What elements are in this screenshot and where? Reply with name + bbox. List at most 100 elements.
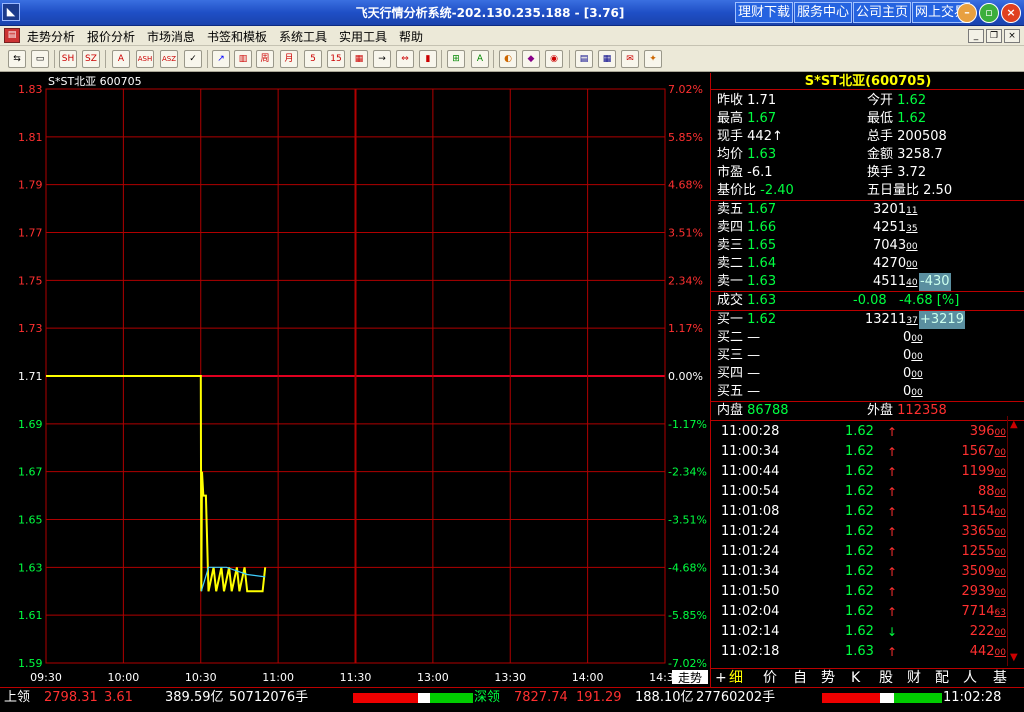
quote-title: S*ST北亚(600705) — [711, 73, 1024, 90]
mdi-restore-icon[interactable]: ❐ — [986, 29, 1002, 43]
direction-arrow-icon: ↑ — [887, 565, 898, 579]
mdi-minimize-icon[interactable]: _ — [968, 29, 984, 43]
tick-row[interactable]: 11:00:44 1.62 ↑ 119900 — [721, 462, 1006, 482]
close-icon[interactable]: × — [1001, 3, 1021, 23]
tick-row[interactable]: 11:01:24 1.62 ↑ 125500 — [721, 542, 1006, 562]
week-chart-icon[interactable]: 周 — [256, 50, 274, 68]
panel-tab-0[interactable]: + — [715, 669, 727, 688]
window-icon[interactable]: ▭ — [31, 50, 49, 68]
15min-chart-icon[interactable]: 15 — [327, 50, 345, 68]
panel-tab-4[interactable]: 势 — [821, 669, 835, 688]
ask-level-4[interactable]: 卖四 1.66 425135 — [717, 219, 1017, 237]
month-chart-icon[interactable]: 月 — [280, 50, 298, 68]
tick-row[interactable]: 11:00:34 1.62 ↑ 156700 — [721, 442, 1006, 462]
volume-icon[interactable]: ▮ — [419, 50, 437, 68]
scroll-up-icon[interactable]: ▲ — [1010, 419, 1018, 430]
menu-help[interactable]: 帮助 — [399, 28, 423, 45]
bid-level-4[interactable]: 买四 — 000 — [717, 365, 1017, 383]
link-company-home[interactable]: 公司主页 — [853, 2, 912, 23]
panel-tab-5[interactable]: K — [851, 669, 860, 688]
menu-system-tools[interactable]: 系统工具 — [279, 28, 327, 45]
tick-row[interactable]: 11:02:04 1.62 ↑ 771463 — [721, 602, 1006, 622]
ask-level-2[interactable]: 卖二 1.64 427000 — [717, 255, 1017, 273]
panel-tab-3[interactable]: 自 — [793, 669, 807, 688]
intraday-chart[interactable]: 1.83 7.02% 1.81 5.85% 1.79 4.68% 1.77 3.51% 1.75… — [0, 73, 710, 687]
tools-icon[interactable]: ✦ — [644, 50, 662, 68]
menu-quote-analysis[interactable]: 报价分析 — [87, 28, 135, 45]
compare-icon[interactable]: ⇔ — [396, 50, 414, 68]
x-tick-label: 14:00 — [572, 671, 604, 684]
link-service-center[interactable]: 服务中心 — [794, 2, 853, 23]
report-icon[interactable]: ▤ — [575, 50, 593, 68]
tick-scrollbar[interactable]: ▲ ▼ — [1007, 416, 1021, 666]
pct-tick-label: 3.51% — [668, 227, 703, 240]
back-icon[interactable]: ⇆ — [8, 50, 26, 68]
sh-board-icon[interactable]: SH — [59, 50, 77, 68]
table-icon[interactable]: ▦ — [598, 50, 616, 68]
panel-tab-7[interactable]: 财 — [907, 669, 921, 688]
panel-tab-9[interactable]: 人 — [963, 669, 977, 688]
menu-market-news[interactable]: 市场消息 — [147, 28, 195, 45]
info-icon[interactable]: A — [471, 50, 489, 68]
sh-index-label[interactable]: 上领 — [4, 689, 30, 707]
asz-icon[interactable]: ASZ — [160, 50, 178, 68]
bar-chart-icon[interactable]: ▦ — [350, 50, 368, 68]
sz-index-label[interactable]: 深领 — [474, 689, 500, 707]
bid-level-2[interactable]: 买二 — 000 — [717, 329, 1017, 347]
menu-utility-tools[interactable]: 实用工具 — [339, 28, 387, 45]
bid-level-3[interactable]: 买三 — 000 — [717, 347, 1017, 365]
candle-icon[interactable]: ▥ — [234, 50, 252, 68]
line-chart-icon[interactable]: ↗ — [212, 50, 230, 68]
bid-level-1[interactable]: 买一 1.62 1321137 +3219 — [717, 311, 1017, 329]
maximize-icon[interactable]: ▫ — [979, 3, 999, 23]
direction-arrow-icon: ↓ — [887, 625, 898, 639]
check-icon[interactable]: ✓ — [184, 50, 202, 68]
tick-row[interactable]: 11:01:08 1.62 ↑ 115400 — [721, 502, 1006, 522]
tick-row[interactable]: 11:00:28 1.62 ↑ 39600 — [721, 422, 1006, 442]
diamond-icon[interactable]: ◆ — [522, 50, 540, 68]
sh-updown-ratio-bar — [353, 693, 473, 703]
ask-level-1[interactable]: 卖一 1.63 451140 -430 — [717, 273, 1017, 291]
menu-trend-analysis[interactable]: 走势分析 — [27, 28, 75, 45]
panel-tab-6[interactable]: 股 — [879, 669, 893, 688]
pct-tick-label: 1.17% — [668, 322, 703, 335]
panel-tab-1[interactable]: 细 — [729, 669, 743, 688]
grid-icon[interactable]: ⊞ — [447, 50, 465, 68]
quote-panel: S*ST北亚(600705) 昨收 1.71 今开 1.62 最高 1.67 最… — [710, 73, 1024, 687]
pct-tick-label: -2.34% — [668, 466, 707, 479]
scroll-down-icon[interactable]: ▼ — [1010, 652, 1018, 663]
5min-chart-icon[interactable]: 5 — [304, 50, 322, 68]
minimize-icon[interactable]: – — [957, 3, 977, 23]
trend-tab[interactable]: 走势 — [678, 671, 702, 685]
quote-stat-2-b: 总手 200508 — [867, 129, 947, 144]
arrow-right-icon[interactable]: → — [373, 50, 391, 68]
tick-row[interactable]: 11:02:18 1.63 ↑ 44200 — [721, 642, 1006, 662]
tick-row[interactable]: 11:00:54 1.62 ↑ 8800 — [721, 482, 1006, 502]
ash-icon[interactable]: ASH — [136, 50, 154, 68]
menu-bookmarks-templates[interactable]: 书签和模板 — [207, 28, 267, 45]
tick-row[interactable]: 11:02:14 1.62 ↓ 22200 — [721, 622, 1006, 642]
alert-icon[interactable]: ◉ — [545, 50, 563, 68]
clock: 11:02:28 — [943, 690, 1002, 705]
direction-arrow-icon: ↑ — [887, 505, 898, 519]
direction-arrow-icon: ↑ — [887, 425, 898, 439]
a-share-icon[interactable]: A — [112, 50, 130, 68]
panel-tab-10[interactable]: 基 — [993, 669, 1007, 688]
panel-tab-8[interactable]: 配 — [935, 669, 949, 688]
news-icon[interactable]: ✉ — [621, 50, 639, 68]
tick-row[interactable]: 11:01:50 1.62 ↑ 293900 — [721, 582, 1006, 602]
tick-row[interactable]: 11:01:34 1.62 ↑ 350900 — [721, 562, 1006, 582]
ask-level-3[interactable]: 卖三 1.65 704300 — [717, 237, 1017, 255]
status-bar: 上领 2798.31 3.61 389.59亿 50712076手 深领 782… — [0, 687, 1024, 712]
y-tick-label: 1.71 — [18, 370, 43, 383]
ask-level-5[interactable]: 卖五 1.67 320111 — [717, 201, 1017, 219]
sh-index-value: 2798.31 — [44, 690, 98, 705]
mdi-close-icon[interactable]: × — [1004, 29, 1020, 43]
document-icon[interactable]: ▤ — [4, 28, 20, 43]
bid-level-5[interactable]: 买五 — 000 — [717, 383, 1017, 401]
tick-row[interactable]: 11:01:24 1.62 ↑ 336500 — [721, 522, 1006, 542]
sz-board-icon[interactable]: SZ — [82, 50, 100, 68]
link-download[interactable]: 理财下载 — [735, 2, 794, 23]
panel-tab-2[interactable]: 价 — [763, 669, 777, 688]
pie-icon[interactable]: ◐ — [499, 50, 517, 68]
